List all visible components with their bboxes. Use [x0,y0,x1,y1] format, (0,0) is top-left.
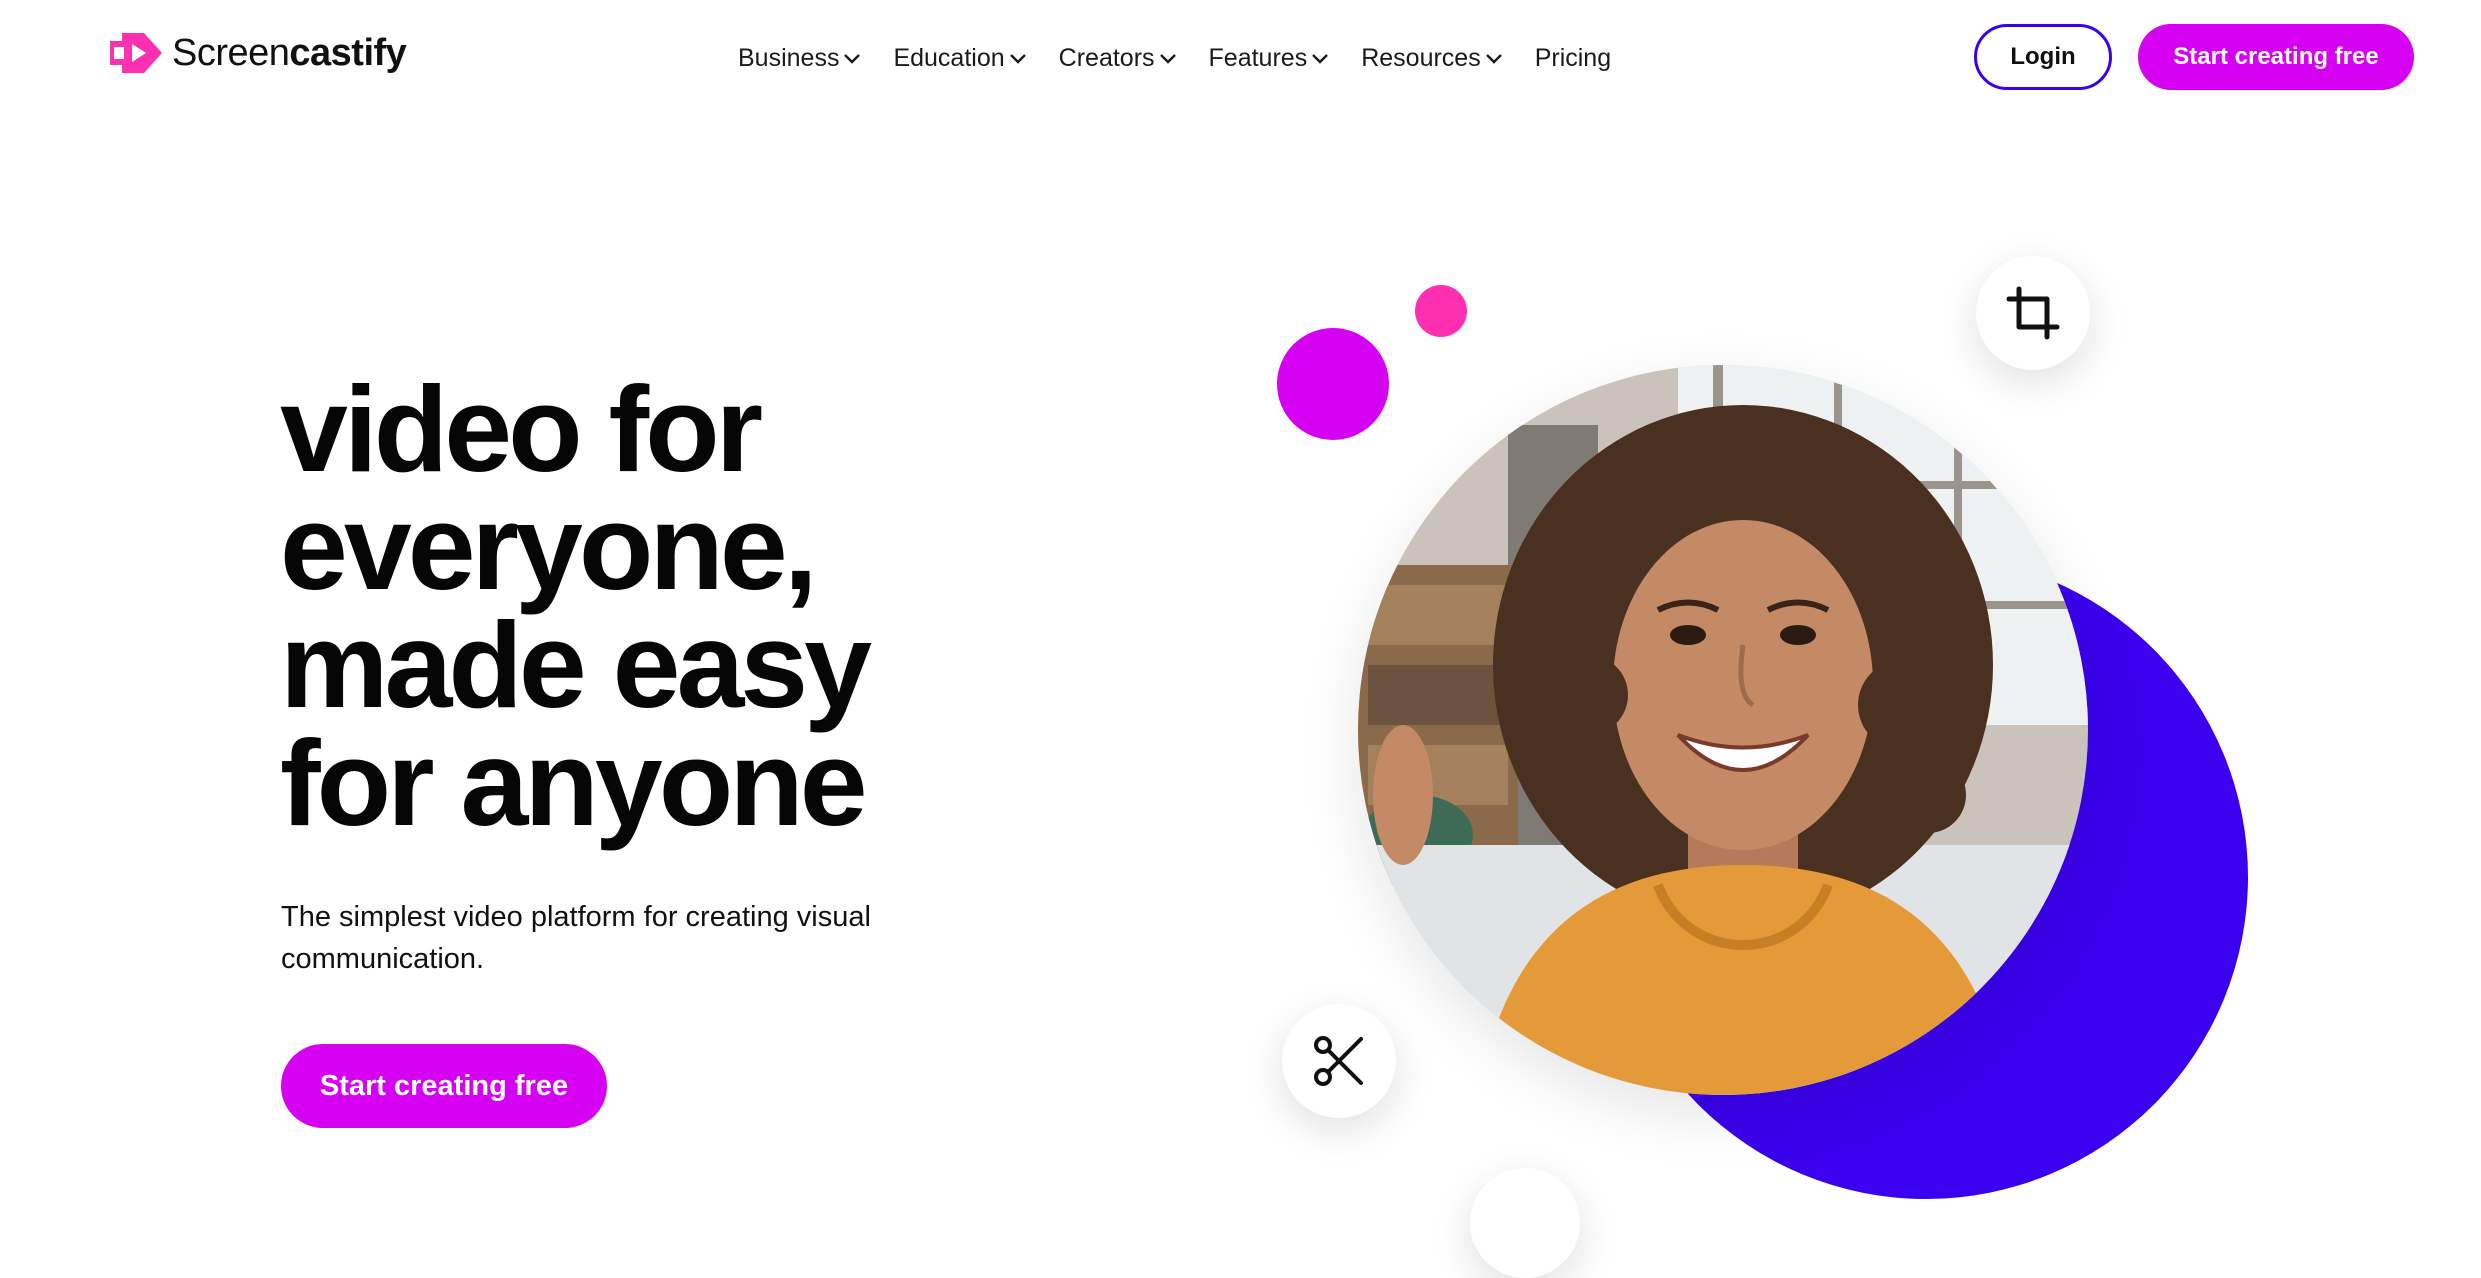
hero-title-line: for anyone [280,715,868,851]
decorative-purple-dot [1277,328,1389,440]
main-nav: Business Education Creators Features Res… [738,38,1611,78]
nav-item-education[interactable]: Education [893,44,1026,73]
hero-title: video for everyone, made easy for anyone [280,361,872,851]
hero-subtitle: The simplest video platform for creating… [281,901,871,975]
nav-item-resources[interactable]: Resources [1361,44,1503,73]
login-button[interactable]: Login [1974,24,2112,90]
nav-item-creators[interactable]: Creators [1059,44,1177,73]
hero-photo-illustration [1358,365,2088,1095]
crop-icon [2006,286,2060,340]
hero-title-line: everyone, [280,479,818,615]
scissors-tool-bubble [1282,1004,1396,1118]
tool-bubble-partial [1470,1168,1580,1278]
nav-item-label: Creators [1058,43,1155,72]
decorative-pink-dot [1415,285,1467,337]
chevron-down-icon [1009,54,1026,64]
nav-item-label: Business [738,43,840,72]
chevron-down-icon [1485,54,1502,64]
hero-title-line: video for [280,361,763,497]
hero-title-line: made easy [280,597,872,733]
scissors-icon [1314,1036,1363,1086]
nav-item-business[interactable]: Business [738,44,861,73]
nav-item-label: Pricing [1534,43,1612,72]
crop-tool-bubble [1976,256,2090,370]
screencastify-logo-icon [110,33,162,73]
screencastify-logo[interactable]: Screencastify [108,28,407,78]
nav-item-features[interactable]: Features [1209,44,1330,73]
logo-wordmark-light: Screen [172,31,290,74]
nav-item-label: Resources [1361,43,1481,72]
start-creating-free-header-button[interactable]: Start creating free [2138,24,2414,90]
chevron-down-icon [1159,54,1176,64]
nav-item-label: Features [1208,43,1308,72]
nav-item-label: Education [893,43,1005,72]
chevron-down-icon [844,54,861,64]
hero-photo-smiling-woman [1358,365,2088,1095]
start-creating-free-hero-button[interactable]: Start creating free [281,1044,607,1128]
logo-wordmark: Screencastify [172,31,407,75]
chevron-down-icon [1312,54,1329,64]
hero-illustration [1220,250,2481,1278]
site-header: Screencastify Business Education Creator… [0,0,2481,116]
nav-item-pricing[interactable]: Pricing [1535,44,1611,73]
logo-wordmark-bold: castify [289,31,407,74]
